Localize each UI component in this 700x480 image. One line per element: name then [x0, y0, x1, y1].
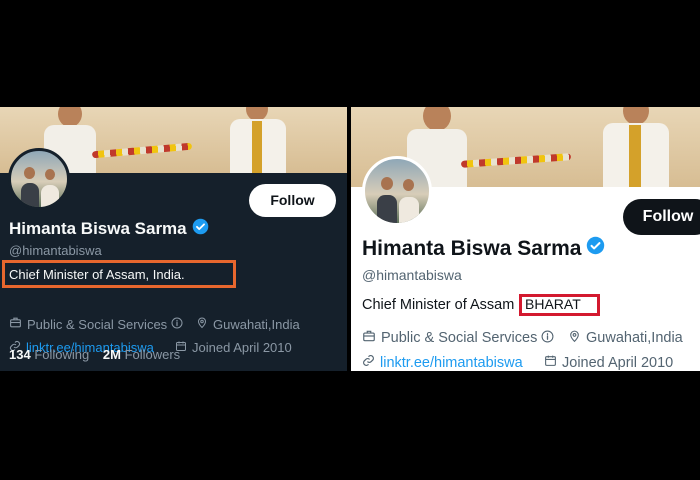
profile-joined: Joined April 2010 — [544, 354, 673, 371]
verified-badge-icon — [192, 218, 209, 240]
highlight-box-red — [519, 294, 600, 316]
location-text: Guwahati,India — [213, 316, 300, 332]
info-icon[interactable] — [171, 317, 183, 332]
highlight-box-orange — [2, 260, 236, 288]
following-count: 134 — [9, 347, 31, 362]
location-pin-icon — [568, 329, 581, 347]
profile-name-text: Himanta Biswa Sarma — [9, 219, 187, 238]
avatar[interactable] — [362, 156, 432, 226]
profile-bio: Chief Minister of Assam — [362, 297, 515, 313]
joined-text: Joined April 2010 — [192, 340, 292, 355]
briefcase-icon — [9, 316, 22, 332]
category-text: Public & Social Services — [381, 330, 538, 346]
profile-category: Public & Social Services — [362, 329, 559, 347]
followers-label: Followers — [124, 347, 181, 362]
profile-handle: @himantabiswa — [9, 243, 102, 258]
location-text: Guwahati,India — [586, 330, 683, 346]
briefcase-icon — [362, 329, 376, 347]
profile-name-text: Himanta Biswa Sarma — [362, 236, 582, 260]
verified-badge-icon — [586, 236, 605, 261]
profile-name: Himanta Biswa Sarma — [362, 236, 605, 261]
profile-link[interactable]: linktr.ee/himantabiswa — [380, 355, 523, 371]
follow-button[interactable]: Follow — [249, 184, 336, 217]
following-link[interactable]: 134 Following — [9, 347, 93, 362]
location-pin-icon — [196, 316, 208, 332]
calendar-icon — [544, 354, 557, 371]
profile-panel-light: Follow Himanta Biswa Sarma @himantabiswa… — [351, 107, 700, 371]
profile-joined: Joined April 2010 — [175, 340, 292, 355]
followers-count: 2M — [102, 347, 121, 362]
profile-stats: 134 Following 2M Followers — [9, 347, 180, 362]
profile-link-row: linktr.ee/himantabiswa — [362, 354, 523, 371]
profile-category: Public & Social Services — [9, 316, 188, 332]
profile-location: Guwahati,India — [568, 329, 683, 347]
following-label: Following — [34, 347, 90, 362]
category-text: Public & Social Services — [27, 316, 168, 332]
joined-text: Joined April 2010 — [562, 354, 674, 371]
profile-name: Himanta Biswa Sarma — [9, 218, 209, 240]
profile-handle: @himantabiswa — [362, 267, 462, 283]
profile-panel-dark: Follow Himanta Biswa Sarma @himantabiswa… — [0, 107, 347, 371]
info-icon[interactable] — [541, 330, 554, 347]
followers-link[interactable]: 2M Followers — [103, 347, 180, 362]
profile-location: Guwahati,India — [196, 316, 300, 332]
link-icon — [362, 354, 375, 371]
follow-button[interactable]: Follow — [623, 199, 700, 235]
avatar[interactable] — [8, 148, 70, 210]
